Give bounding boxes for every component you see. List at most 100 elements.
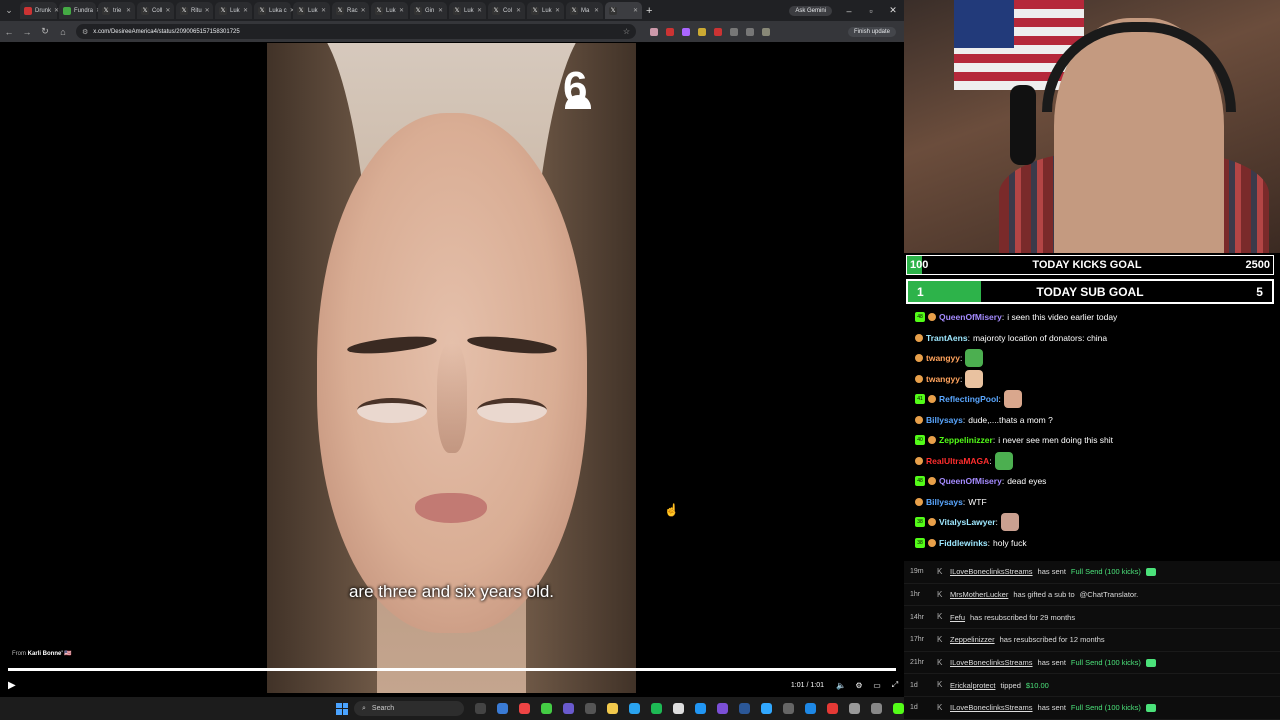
site-info-icon[interactable]: ⚙: [82, 28, 88, 36]
chat-username[interactable]: Billysays: [926, 415, 963, 425]
app-icon[interactable]: [805, 703, 816, 714]
browser-tab[interactable]: Fundra✕: [59, 2, 101, 19]
puzzle-icon[interactable]: [730, 27, 738, 36]
play-icon[interactable]: ▶: [8, 680, 16, 691]
forward-icon[interactable]: →: [18, 27, 36, 37]
browser-tab[interactable]: 𝕏 Ritu ✕: [176, 2, 213, 19]
maximize-icon[interactable]: ▫: [860, 6, 882, 16]
tab-close-icon[interactable]: ✕: [555, 7, 560, 14]
app-icon[interactable]: [695, 703, 706, 714]
app-icon[interactable]: [673, 703, 684, 714]
extension-icon[interactable]: [666, 27, 674, 36]
task-view-icon[interactable]: [475, 703, 486, 714]
app-icon[interactable]: [585, 703, 596, 714]
event-user[interactable]: MrsMotherLucker: [950, 590, 1008, 599]
chat-username[interactable]: QueenOfMisery: [939, 476, 1002, 486]
chat-username[interactable]: QueenOfMisery: [939, 312, 1002, 322]
browser-tab[interactable]: 𝕏 Luk ✕: [527, 2, 564, 19]
browser-tab[interactable]: 𝕏 Ma ✕: [566, 2, 603, 19]
event-user[interactable]: ILoveBoneclinksStreams: [950, 658, 1033, 667]
volume-icon[interactable]: 🔈: [832, 681, 850, 690]
from-name[interactable]: Karli Bonne' 🇺🇸: [28, 651, 72, 657]
browser-tab[interactable]: 𝕏 Luk ✕: [215, 2, 252, 19]
chrome-icon[interactable]: [541, 703, 552, 714]
browser-tab[interactable]: 𝕏 Rac ✕: [332, 2, 369, 19]
browser-tab[interactable]: 𝕏 Col ✕: [488, 2, 525, 19]
chat-username[interactable]: RealUltraMAGA: [926, 456, 989, 466]
tab-close-icon[interactable]: ✕: [321, 7, 326, 14]
address-bar[interactable]: ⚙ x.com/DesireeAmerica4/status/209006515…: [76, 24, 636, 39]
profile-avatar[interactable]: [762, 27, 770, 36]
maps-icon[interactable]: [827, 703, 838, 714]
new-tab-button[interactable]: +: [646, 5, 652, 17]
browser-tab[interactable]: 𝕏 Luk ✕: [371, 2, 408, 19]
chat-username[interactable]: TrantAens: [926, 333, 968, 343]
finish-update-button[interactable]: Finish update: [847, 26, 896, 37]
event-user[interactable]: Zeppelinizzer: [950, 635, 995, 644]
obs-icon[interactable]: [563, 703, 574, 714]
browser-tab[interactable]: 𝕏Luka c✕: [254, 2, 295, 19]
reload-icon[interactable]: ↻: [36, 26, 54, 37]
tab-close-icon[interactable]: ✕: [633, 7, 638, 14]
tab-close-icon[interactable]: ✕: [165, 7, 170, 14]
settings-gear-icon[interactable]: ⚙: [850, 681, 868, 690]
event-user[interactable]: ILoveBoneclinksStreams: [950, 703, 1033, 712]
event-user[interactable]: ILoveBoneclinksStreams: [950, 567, 1033, 576]
file-explorer-icon[interactable]: [607, 703, 618, 714]
browser-tab[interactable]: 𝕏 Coll ✕: [137, 2, 174, 19]
extension-icon[interactable]: [682, 27, 690, 36]
sidepanel-icon[interactable]: [746, 27, 754, 36]
tab-close-icon[interactable]: ✕: [594, 7, 599, 14]
chrome-icon[interactable]: [519, 703, 530, 714]
tab-close-icon[interactable]: ✕: [126, 7, 131, 14]
chat-username[interactable]: Fiddlewinks: [939, 538, 988, 548]
tab-close-icon[interactable]: ✕: [516, 7, 521, 14]
app-icon[interactable]: [849, 703, 860, 714]
chat-username[interactable]: ReflectingPool: [939, 394, 999, 404]
extension-icon[interactable]: [698, 27, 706, 36]
app-icon[interactable]: [717, 703, 728, 714]
home-icon[interactable]: ⌂: [54, 27, 72, 37]
pip-icon[interactable]: ▭: [868, 681, 886, 690]
tab-close-icon[interactable]: ✕: [399, 7, 404, 14]
word-icon[interactable]: [739, 703, 750, 714]
chat-username[interactable]: VitalysLawyer: [939, 517, 996, 527]
close-window-icon[interactable]: ✕: [882, 5, 904, 16]
chat-username[interactable]: Zeppelinizzer: [939, 435, 993, 445]
browser-tab[interactable]: Drunk ✕: [20, 2, 59, 19]
app-icon[interactable]: [783, 703, 794, 714]
edge-icon[interactable]: [497, 703, 508, 714]
chat-username[interactable]: twangyy: [926, 353, 960, 363]
chat-username[interactable]: Billysays: [926, 497, 963, 507]
photoshop-icon[interactable]: [761, 703, 772, 714]
extension-icon[interactable]: [650, 27, 658, 36]
tab-close-icon[interactable]: ✕: [477, 7, 482, 14]
browser-tab[interactable]: 𝕏 Gin ✕: [410, 2, 447, 19]
tab-search-icon[interactable]: ⌄: [0, 5, 18, 16]
tab-close-icon[interactable]: ✕: [361, 7, 366, 14]
kick-icon[interactable]: [893, 703, 904, 714]
browser-tab[interactable]: 𝕏 Luk ✕: [293, 2, 330, 19]
browser-tab[interactable]: 𝕏 ✕: [605, 2, 642, 19]
event-user[interactable]: Fefu: [950, 613, 965, 622]
browser-tab[interactable]: 𝕏 Luk ✕: [449, 2, 486, 19]
telegram-icon[interactable]: [629, 703, 640, 714]
minimize-icon[interactable]: –: [838, 6, 860, 16]
windows-start-icon[interactable]: [336, 702, 348, 715]
event-user[interactable]: Erickalprotect: [950, 681, 995, 690]
tab-close-icon[interactable]: ✕: [243, 7, 248, 14]
tab-close-icon[interactable]: ✕: [438, 7, 443, 14]
app-icon[interactable]: [871, 703, 882, 714]
kick-icon: K: [937, 634, 943, 644]
back-icon[interactable]: ←: [0, 27, 18, 37]
video-progress-bar[interactable]: [8, 668, 896, 671]
tab-close-icon[interactable]: ✕: [205, 7, 210, 14]
spotify-icon[interactable]: [651, 703, 662, 714]
bookmark-star-icon[interactable]: ☆: [623, 27, 630, 36]
ask-gemini-button[interactable]: Ask Gemini: [789, 5, 832, 16]
extension-icon[interactable]: [714, 27, 722, 36]
taskbar-search[interactable]: ⌕ Search: [354, 701, 464, 716]
fullscreen-icon[interactable]: ⤢: [886, 680, 904, 690]
chat-username[interactable]: twangyy: [926, 374, 960, 384]
browser-tab[interactable]: 𝕏trie ✕: [98, 2, 135, 19]
